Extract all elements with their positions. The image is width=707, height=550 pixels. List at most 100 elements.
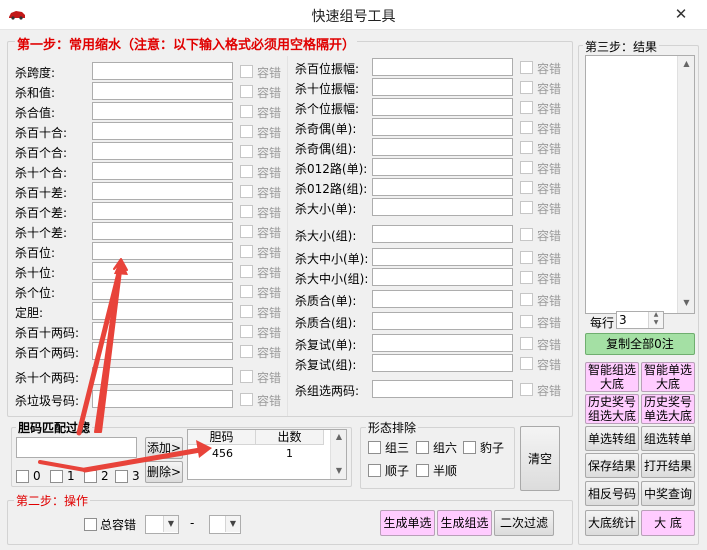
field-input[interactable]: [92, 367, 233, 385]
chevron-down-icon[interactable]: ▼: [225, 516, 240, 532]
close-icon[interactable]: ✕: [661, 4, 701, 24]
dan-option-checkbox[interactable]: [84, 470, 97, 483]
tolerance-checkbox[interactable]: [520, 293, 533, 306]
field-input[interactable]: [92, 202, 233, 220]
scroll-up-icon[interactable]: ▲: [331, 432, 347, 441]
field-input[interactable]: [92, 302, 233, 320]
clear-button[interactable]: 清空: [520, 426, 560, 491]
stepper-arrows[interactable]: ▲ ▼: [648, 311, 663, 328]
tolerance-checkbox[interactable]: [240, 225, 253, 238]
field-input[interactable]: [372, 290, 513, 308]
field-input[interactable]: [372, 268, 513, 286]
result-action-button[interactable]: 大底统计: [585, 510, 639, 536]
copy-all-button[interactable]: 复制全部0注: [585, 333, 695, 355]
tolerance-checkbox[interactable]: [240, 370, 253, 383]
tolerance-checkbox[interactable]: [240, 65, 253, 78]
field-input[interactable]: [372, 118, 513, 136]
tolerance-min-select[interactable]: ▼: [145, 515, 179, 534]
shape-option-checkbox[interactable]: [416, 464, 429, 477]
second-filter-button[interactable]: 二次过滤: [494, 510, 554, 536]
tolerance-checkbox[interactable]: [240, 85, 253, 98]
dan-table-scrollbar[interactable]: ▲ ▼: [330, 430, 346, 479]
stepper-down-icon[interactable]: ▼: [649, 319, 663, 326]
field-input[interactable]: [92, 162, 233, 180]
tolerance-checkbox[interactable]: [240, 393, 253, 406]
result-action-button[interactable]: 单选转组: [585, 426, 639, 451]
tolerance-checkbox[interactable]: [240, 105, 253, 118]
field-input[interactable]: [372, 178, 513, 196]
field-input[interactable]: [372, 380, 513, 398]
dan-code-input[interactable]: [16, 437, 137, 458]
result-action-button[interactable]: 历史奖号组选大底: [585, 394, 639, 424]
tolerance-checkbox[interactable]: [520, 161, 533, 174]
tolerance-checkbox[interactable]: [520, 121, 533, 134]
tolerance-checkbox[interactable]: [520, 271, 533, 284]
per-row-stepper[interactable]: 3 ▲ ▼: [616, 311, 664, 329]
tolerance-checkbox[interactable]: [240, 165, 253, 178]
tolerance-checkbox[interactable]: [520, 141, 533, 154]
field-input[interactable]: [372, 248, 513, 266]
field-input[interactable]: [92, 142, 233, 160]
field-input[interactable]: [92, 322, 233, 340]
dan-option-checkbox[interactable]: [16, 470, 29, 483]
tolerance-checkbox[interactable]: [520, 101, 533, 114]
result-action-button[interactable]: 历史奖号单选大底: [641, 394, 695, 424]
tolerance-checkbox[interactable]: [520, 315, 533, 328]
stepper-up-icon[interactable]: ▲: [649, 311, 663, 318]
tolerance-checkbox[interactable]: [520, 251, 533, 264]
delete-button[interactable]: 删除>: [145, 461, 183, 483]
field-input[interactable]: [92, 342, 233, 360]
tolerance-checkbox[interactable]: [520, 201, 533, 214]
result-action-button[interactable]: 相反号码: [585, 481, 639, 506]
shape-option-checkbox[interactable]: [416, 441, 429, 454]
scroll-down-icon[interactable]: ▼: [331, 466, 347, 475]
field-input[interactable]: [92, 242, 233, 260]
field-input[interactable]: [372, 78, 513, 96]
result-action-button[interactable]: 打开结果: [641, 453, 695, 478]
tolerance-checkbox[interactable]: [520, 61, 533, 74]
tolerance-checkbox[interactable]: [520, 181, 533, 194]
tolerance-checkbox[interactable]: [240, 285, 253, 298]
result-action-button[interactable]: 组选转单: [641, 426, 695, 451]
result-action-button[interactable]: 智能单选大底: [641, 362, 695, 392]
tolerance-checkbox[interactable]: [240, 205, 253, 218]
field-input[interactable]: [372, 312, 513, 330]
field-input[interactable]: [92, 222, 233, 240]
result-action-button[interactable]: 智能组选大底: [585, 362, 639, 392]
field-input[interactable]: [372, 225, 513, 243]
total-tolerance-checkbox[interactable]: [84, 518, 97, 531]
tolerance-checkbox[interactable]: [240, 325, 253, 338]
field-input[interactable]: [92, 182, 233, 200]
tolerance-checkbox[interactable]: [240, 305, 253, 318]
field-input[interactable]: [92, 390, 233, 408]
result-action-button[interactable]: 保存结果: [585, 453, 639, 478]
tolerance-checkbox[interactable]: [520, 228, 533, 241]
field-input[interactable]: [372, 138, 513, 156]
generate-single-button[interactable]: 生成单选: [380, 510, 435, 536]
result-scrollbar[interactable]: ▲ ▼: [677, 56, 694, 313]
tolerance-checkbox[interactable]: [240, 345, 253, 358]
table-row[interactable]: 456 1: [188, 446, 324, 461]
tolerance-checkbox[interactable]: [520, 357, 533, 370]
tolerance-checkbox[interactable]: [520, 81, 533, 94]
chevron-down-icon[interactable]: ▼: [163, 516, 178, 532]
dan-option-checkbox[interactable]: [50, 470, 63, 483]
table-header-dan[interactable]: 胆码: [188, 430, 256, 445]
result-action-button[interactable]: 中奖查询: [641, 481, 695, 506]
tolerance-checkbox[interactable]: [240, 265, 253, 278]
tolerance-checkbox[interactable]: [520, 337, 533, 350]
field-input[interactable]: [92, 82, 233, 100]
result-action-button[interactable]: 大 底: [641, 510, 695, 536]
scroll-down-icon[interactable]: ▼: [678, 298, 695, 307]
shape-option-checkbox[interactable]: [368, 441, 381, 454]
add-button[interactable]: 添加>: [145, 437, 183, 459]
field-input[interactable]: [92, 282, 233, 300]
field-input[interactable]: [92, 102, 233, 120]
dan-option-checkbox[interactable]: [115, 470, 128, 483]
field-input[interactable]: [92, 62, 233, 80]
field-input[interactable]: [372, 334, 513, 352]
field-input[interactable]: [372, 158, 513, 176]
generate-group-button[interactable]: 生成组选: [437, 510, 492, 536]
field-input[interactable]: [372, 98, 513, 116]
tolerance-max-select[interactable]: ▼: [209, 515, 241, 534]
